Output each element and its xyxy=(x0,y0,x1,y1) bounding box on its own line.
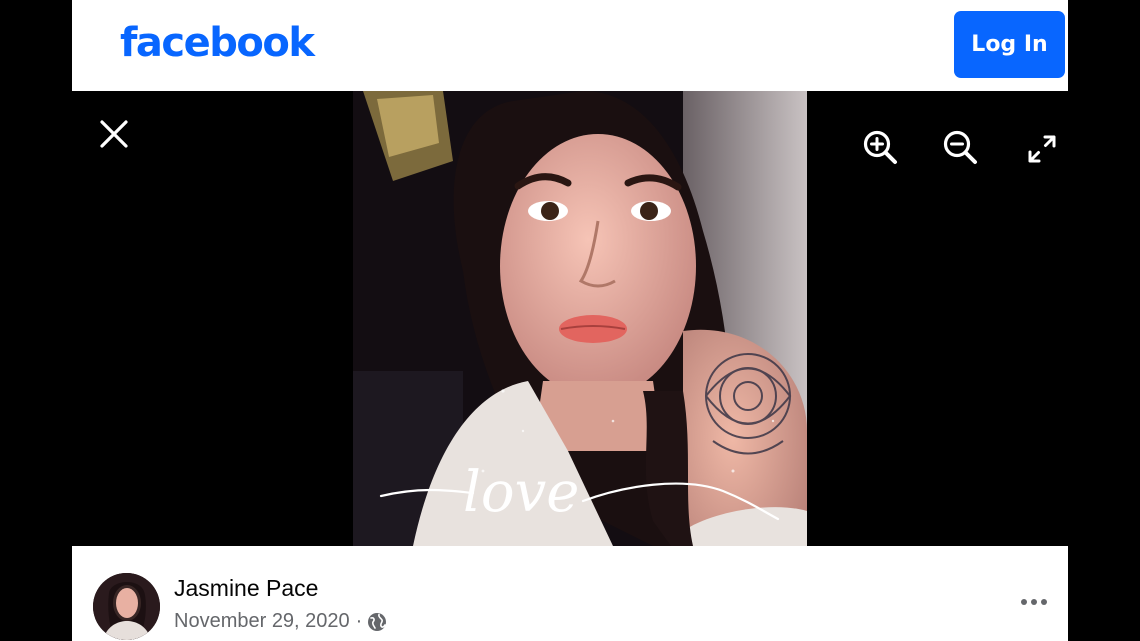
post-date[interactable]: November 29, 2020 xyxy=(174,610,350,633)
fullscreen-button[interactable] xyxy=(1024,131,1060,167)
post-footer: Jasmine Pace November 29, 2020 · xyxy=(72,546,1068,641)
globe-icon xyxy=(368,612,387,631)
close-icon xyxy=(100,120,128,148)
page: facebook Log In love Jasmine Pace Novemb… xyxy=(0,0,1140,641)
photo-illustration: love xyxy=(353,91,807,546)
more-options-button[interactable] xyxy=(1012,590,1056,614)
post-meta: November 29, 2020 · xyxy=(174,610,387,633)
facebook-logo[interactable]: facebook xyxy=(120,20,315,66)
login-button[interactable]: Log In xyxy=(954,11,1065,78)
top-bar: facebook Log In xyxy=(72,0,1068,91)
author-name[interactable]: Jasmine Pace xyxy=(174,575,318,602)
zoom-out-icon xyxy=(943,130,977,164)
post-photo: love xyxy=(353,91,807,546)
photo-viewer: love xyxy=(72,91,1068,546)
photo-overlay-text: love xyxy=(463,460,579,525)
author-avatar[interactable] xyxy=(93,573,160,640)
meta-separator: · xyxy=(355,610,363,632)
fullscreen-icon xyxy=(1028,135,1056,163)
zoom-in-button[interactable] xyxy=(861,128,901,168)
zoom-in-icon xyxy=(863,130,897,164)
photo-viewer-frame: facebook Log In love Jasmine Pace Novemb… xyxy=(72,0,1068,641)
close-button[interactable] xyxy=(96,116,132,152)
more-options-icon xyxy=(1021,599,1027,605)
zoom-out-button[interactable] xyxy=(941,128,981,168)
